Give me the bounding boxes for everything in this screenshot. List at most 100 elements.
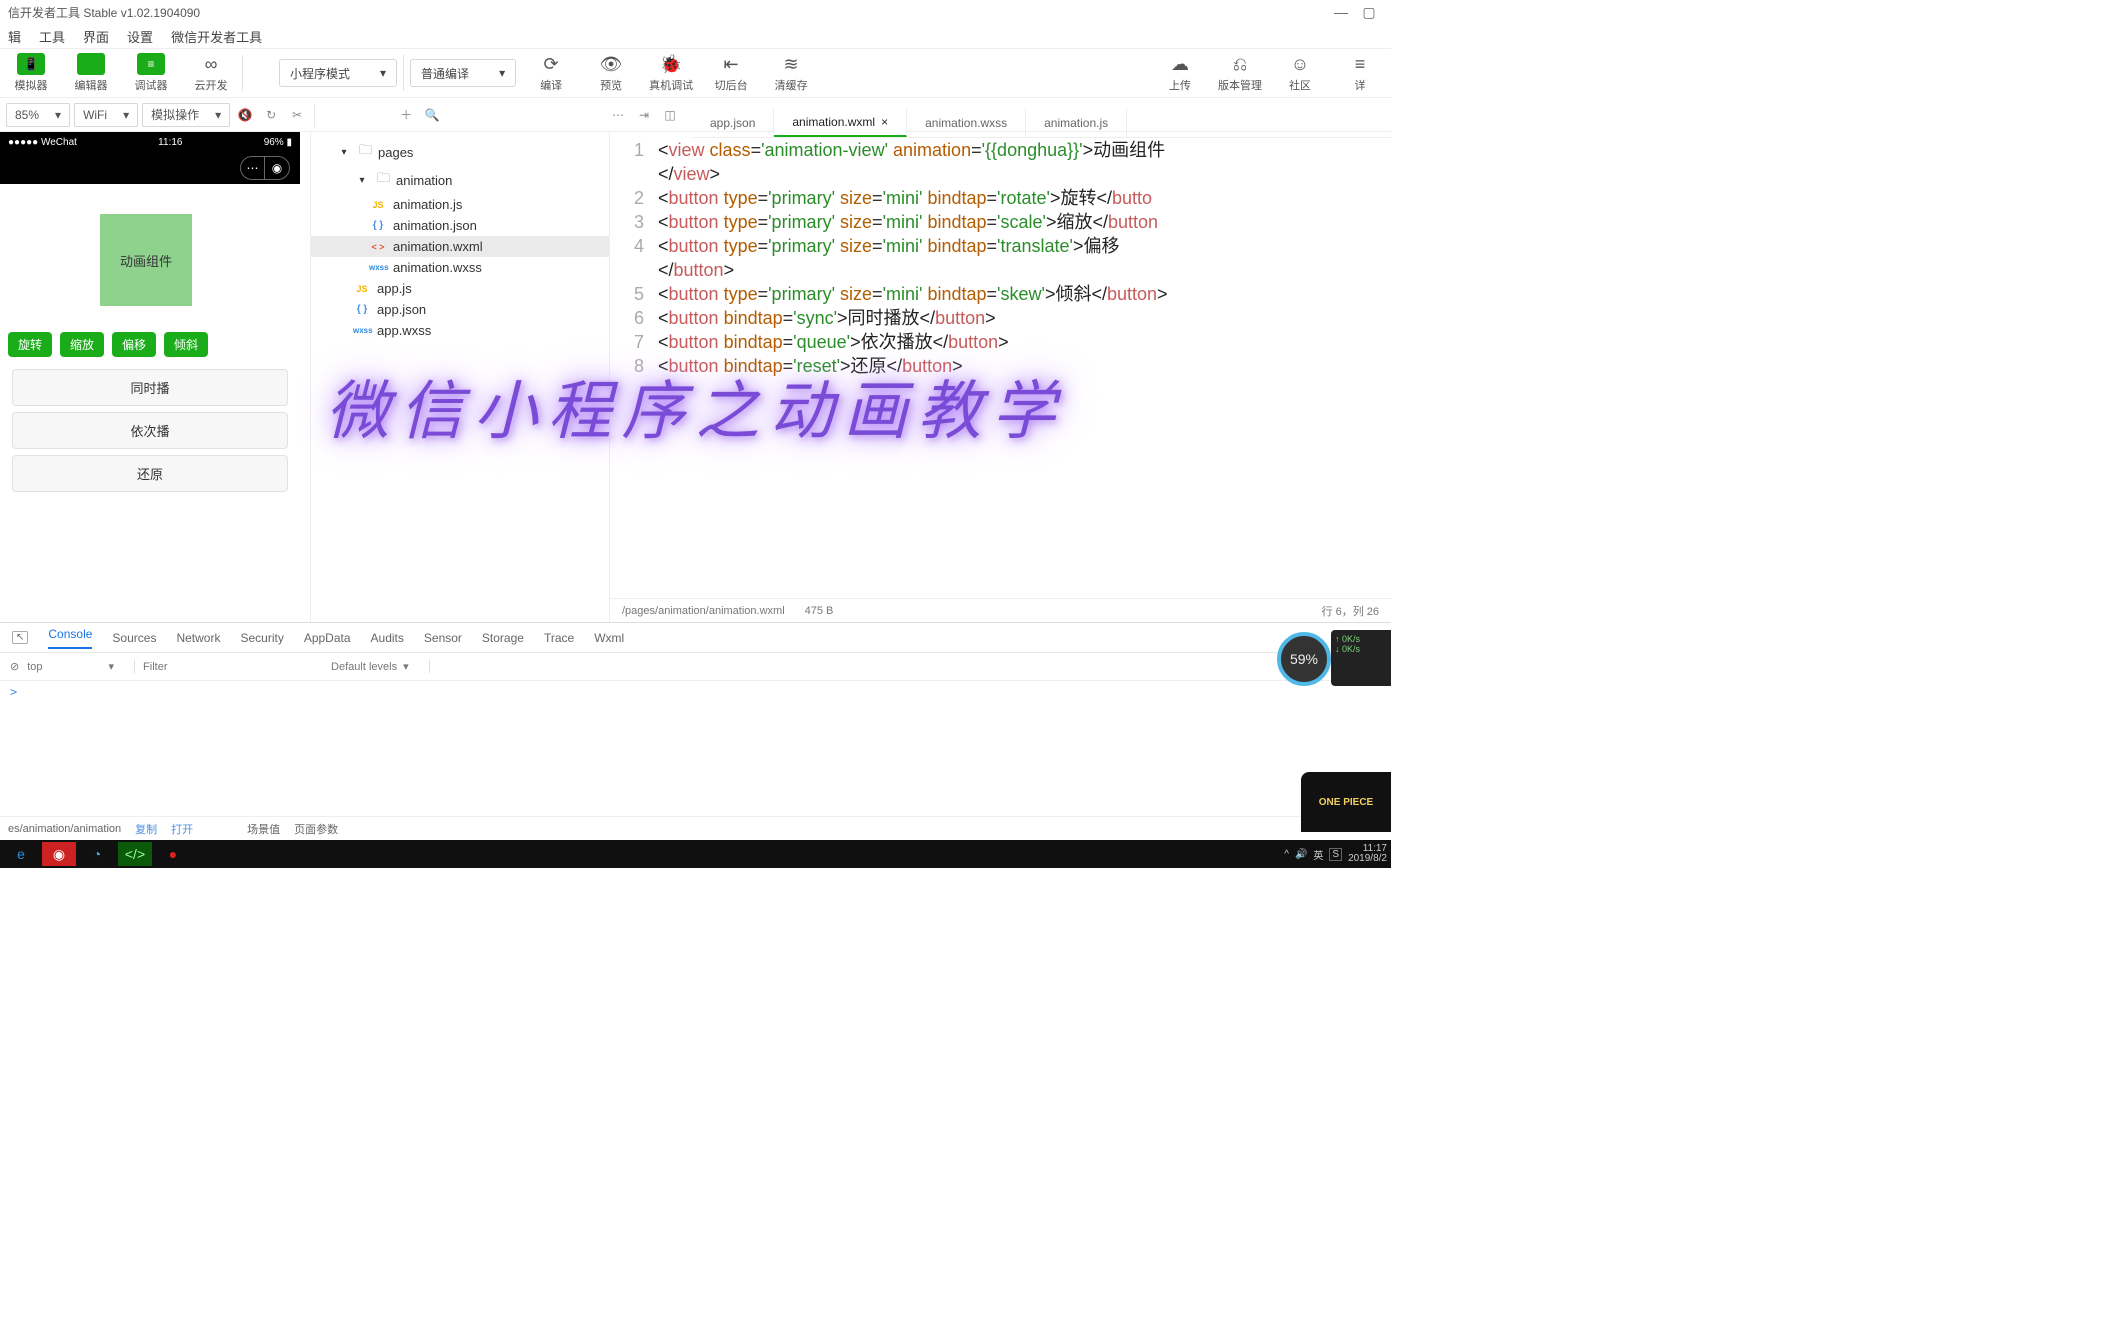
tree-file[interactable]: JSapp.js xyxy=(311,278,609,299)
devtools-tab[interactable]: Security xyxy=(240,631,283,645)
toolbar-label: 清缓存 xyxy=(775,77,808,93)
editor-tab[interactable]: animation.wxss xyxy=(907,108,1026,137)
tree-file[interactable]: wxssanimation.wxss xyxy=(311,257,609,278)
code-editor[interactable]: 1<view class='animation-view' animation=… xyxy=(610,132,1391,598)
toolbar-icon: ☁ xyxy=(1166,53,1194,75)
taskbar-app[interactable]: </> xyxy=(118,842,152,866)
menu-item[interactable]: 设置 xyxy=(127,27,153,46)
toolbar-button[interactable]: 👁预览 xyxy=(586,53,636,93)
menu-item[interactable]: 微信开发者工具 xyxy=(171,27,262,46)
toolbar-button[interactable]: 编辑器 xyxy=(66,53,116,93)
devtools-tab[interactable]: Console xyxy=(48,627,92,649)
toolbar-button[interactable]: ⟳编译 xyxy=(526,53,576,93)
tree-file[interactable]: { }app.json xyxy=(311,299,609,320)
scene-label: 场景值 xyxy=(247,821,280,837)
toolbar-button[interactable]: ☁上传 xyxy=(1155,53,1205,93)
editor-tab[interactable]: animation.js xyxy=(1026,108,1127,137)
inspect-icon[interactable]: ↖ xyxy=(12,631,28,644)
menu-item[interactable]: 辑 xyxy=(8,27,21,46)
minimize-button[interactable]: — xyxy=(1327,4,1355,20)
toolbar-label: 编译 xyxy=(540,77,562,93)
tree-folder[interactable]: ▾🗀pages xyxy=(311,138,609,166)
toolbar-button[interactable]: ≡详 xyxy=(1335,53,1385,93)
devtools-tab[interactable]: Wxml xyxy=(594,631,624,645)
split-icon[interactable]: ◫ xyxy=(659,104,681,126)
perf-widget[interactable]: 59% xyxy=(1277,632,1331,686)
sim-mini-button[interactable]: 旋转 xyxy=(8,332,52,357)
taskbar-app[interactable]: ● xyxy=(156,842,190,866)
taskbar-app[interactable]: ◔ xyxy=(80,842,114,866)
sim-mini-button[interactable]: 缩放 xyxy=(60,332,104,357)
toolbar-button[interactable]: ≋清缓存 xyxy=(766,53,816,93)
menu-item[interactable]: 工具 xyxy=(39,27,65,46)
open-link[interactable]: 打开 xyxy=(171,821,193,837)
console-body[interactable]: > xyxy=(0,681,1391,703)
system-tray[interactable]: ^🔊英S 11:17 2019/8/2 xyxy=(1284,844,1387,864)
sim-mini-button[interactable]: 倾斜 xyxy=(164,332,208,357)
devtools-tab[interactable]: Trace xyxy=(544,631,574,645)
cut-icon[interactable]: ✂ xyxy=(286,104,308,126)
toolbar-button[interactable]: ⎌版本管理 xyxy=(1215,53,1265,93)
toolbar-label: 真机调试 xyxy=(649,77,693,93)
animation-view: 动画组件 xyxy=(100,214,192,306)
menu-item[interactable]: 界面 xyxy=(83,27,109,46)
indent-icon[interactable]: ⇥ xyxy=(633,104,655,126)
file-icon: JS xyxy=(369,200,387,210)
maximize-button[interactable]: ▢ xyxy=(1355,4,1383,21)
file-icon: < > xyxy=(369,242,387,252)
filter-input[interactable] xyxy=(143,661,323,673)
taskbar-app[interactable]: e xyxy=(4,842,38,866)
toolbar-button[interactable]: ∞云开发 xyxy=(186,53,236,93)
toolbar-label: 编辑器 xyxy=(75,77,108,93)
sim-full-button[interactable]: 还原 xyxy=(12,455,288,492)
mode-dropdown[interactable]: 小程序模式▾ xyxy=(279,59,397,87)
devtools-tab[interactable]: Network xyxy=(176,631,220,645)
devtools-tab[interactable]: Storage xyxy=(482,631,524,645)
toolbar-icon: 👁 xyxy=(597,53,625,75)
toolbar-button[interactable]: 🐞真机调试 xyxy=(646,53,696,93)
toolbar-button[interactable]: ≡调试器 xyxy=(126,53,176,93)
copy-link[interactable]: 复制 xyxy=(135,821,157,837)
editor-tab[interactable]: app.json xyxy=(692,108,774,137)
toolbar-button[interactable]: 📱 模拟器 xyxy=(6,53,56,93)
tree-file[interactable]: JSanimation.js xyxy=(311,194,609,215)
tree-folder[interactable]: ▾🗀animation xyxy=(311,166,609,194)
sim-mini-button[interactable]: 偏移 xyxy=(112,332,156,357)
add-icon[interactable]: ＋ xyxy=(395,104,417,126)
taskbar-app[interactable]: ◉ xyxy=(42,842,76,866)
compile-dropdown[interactable]: 普通编译▾ xyxy=(410,59,516,87)
tree-file[interactable]: < >animation.wxml xyxy=(311,236,609,257)
net-speed-widget[interactable]: ↑ 0K/s ↓ 0K/s xyxy=(1331,630,1391,686)
network-dropdown[interactable]: WiFi▾ xyxy=(74,103,138,127)
mock-dropdown[interactable]: 模拟操作▾ xyxy=(142,103,230,127)
toolbar-icon: ≡ xyxy=(1346,53,1374,75)
devtools-tab[interactable]: AppData xyxy=(304,631,351,645)
floating-widget[interactable]: ONE PIECE xyxy=(1301,772,1391,832)
search-icon[interactable]: 🔍 xyxy=(421,104,443,126)
clear-icon[interactable]: ⊘ xyxy=(10,660,19,673)
capsule-close-icon[interactable]: ◉ xyxy=(265,157,289,179)
mute-icon[interactable]: 🔇 xyxy=(234,104,256,126)
sim-full-button[interactable]: 同时播 xyxy=(12,369,288,406)
toolbar-icon: ∞ xyxy=(197,53,225,75)
editor-tab[interactable]: animation.wxml× xyxy=(774,108,907,137)
devtools-tab[interactable]: Sensor xyxy=(424,631,462,645)
context-dropdown[interactable]: top ▾ xyxy=(27,660,135,673)
toolbar-label: 模拟器 xyxy=(15,77,48,93)
tree-file[interactable]: { }animation.json xyxy=(311,215,609,236)
rotate-icon[interactable]: ↻ xyxy=(260,104,282,126)
status-bar: es/animation/animation 复制 打开 场景值 页面参数 xyxy=(0,816,1391,840)
more-icon[interactable]: ⋯ xyxy=(607,104,629,126)
toolbar-button[interactable]: ☺社区 xyxy=(1275,53,1325,93)
capsule-menu-icon[interactable]: ⋯ xyxy=(241,157,265,179)
toolbar-button[interactable]: ⇤切后台 xyxy=(706,53,756,93)
levels-dropdown[interactable]: Default levels ▾ xyxy=(331,660,430,673)
toolbar-icon: 📱 xyxy=(17,53,45,75)
editor-pane: 1<view class='animation-view' animation=… xyxy=(610,132,1391,622)
devtools-tab[interactable]: Sources xyxy=(112,631,156,645)
close-icon[interactable]: × xyxy=(881,115,888,129)
zoom-dropdown[interactable]: 85%▾ xyxy=(6,103,70,127)
devtools-tab[interactable]: Audits xyxy=(371,631,404,645)
sim-full-button[interactable]: 依次播 xyxy=(12,412,288,449)
tree-file[interactable]: wxssapp.wxss xyxy=(311,320,609,341)
